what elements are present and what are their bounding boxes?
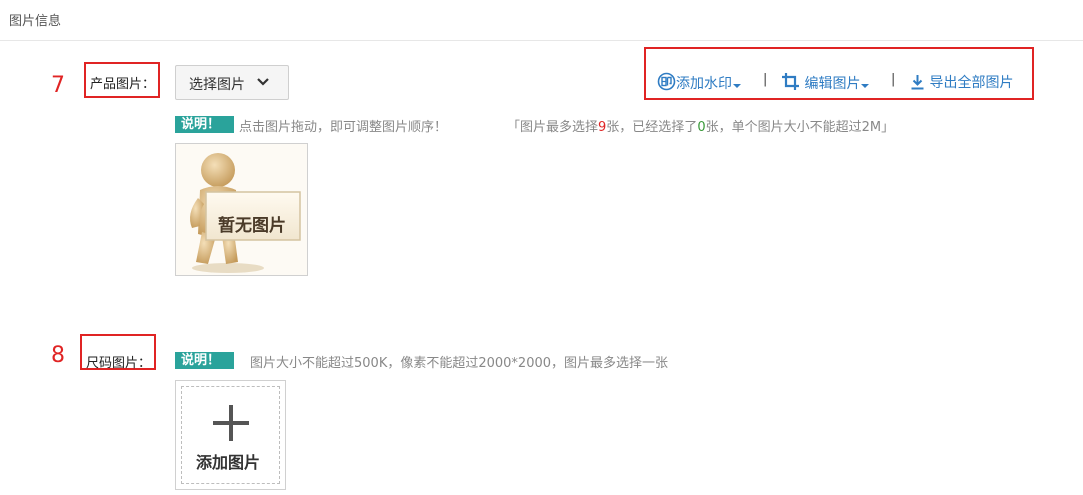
no-image-text: 暂无图片 — [218, 216, 286, 236]
note-badge: 说明！ — [175, 116, 234, 133]
watermark-icon — [657, 72, 676, 91]
crop-icon — [782, 73, 799, 90]
product-images-label: 产品图片： — [90, 77, 156, 92]
annotation-number-8: 8 — [51, 343, 65, 368]
drag-hint-text: 点击图片拖动，即可调整图片顺序！ — [239, 120, 448, 135]
divider — [0, 40, 1083, 41]
select-image-button-label: 选择图片 — [189, 77, 245, 93]
add-image-label: 添加图片 — [196, 453, 261, 472]
caret-down-icon — [733, 84, 741, 88]
toolbar-separator: | — [763, 72, 768, 87]
chevron-down-icon — [257, 78, 269, 86]
annotation-number-7: 7 — [51, 73, 65, 98]
selected-count: 0 — [697, 120, 706, 135]
add-image-dashed-area: 添加图片 — [181, 386, 280, 484]
note-badge: 说明！ — [175, 352, 234, 369]
size-image-label: 尺码图片： — [86, 356, 152, 371]
limit-middle: 张，已经选择了 — [606, 120, 698, 135]
edit-image-dropdown[interactable]: 编辑图片 — [781, 72, 870, 93]
caret-down-icon — [861, 84, 870, 88]
section-title: 图片信息 — [9, 14, 62, 29]
export-all-images-label: 导出全部图片 — [929, 75, 1014, 91]
toolbar-separator: | — [891, 72, 896, 87]
size-image-hint-text: 图片大小不能超过500K，像素不能超过2000*2000，图片最多选择一张 — [250, 356, 669, 371]
add-image-button[interactable]: 添加图片 — [175, 380, 286, 490]
figure-holding-sign-icon — [190, 153, 301, 273]
image-limit-text: 「图片最多选择9张，已经选择了0张，单个图片大小不能超过2M」 — [507, 116, 894, 135]
limit-suffix: 张，单个图片大小不能超过2M」 — [705, 120, 895, 135]
add-watermark-dropdown[interactable]: 添加水印 — [657, 72, 742, 93]
plus-icon — [213, 405, 249, 441]
edit-image-label: 编辑图片 — [804, 76, 861, 92]
download-icon — [911, 75, 924, 90]
export-all-images-link[interactable]: 导出全部图片 — [910, 72, 1013, 92]
no-image-placeholder: 暂无图片 — [175, 143, 308, 276]
select-image-button[interactable]: 选择图片 — [175, 65, 289, 100]
add-watermark-label: 添加水印 — [676, 76, 732, 92]
limit-prefix: 「图片最多选择 — [507, 120, 599, 135]
